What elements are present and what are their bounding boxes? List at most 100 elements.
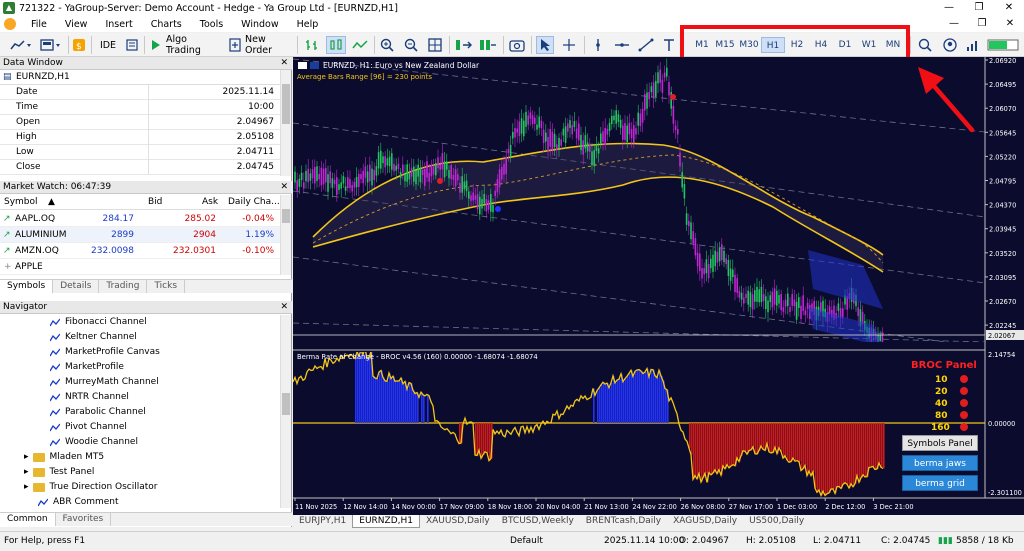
- column-ask[interactable]: Ask: [202, 195, 218, 210]
- sort-up-icon[interactable]: ▲: [48, 195, 55, 210]
- time-tick-label: 18 Nov 18:00: [488, 503, 532, 511]
- algo-trading-button[interactable]: Algo Trading: [166, 34, 222, 56]
- market-watch-row[interactable]: + APPLE: [0, 259, 280, 275]
- candle-body: [767, 300, 769, 313]
- navigator-indicator[interactable]: Parabolic Channel: [50, 405, 146, 420]
- crosshair-icon[interactable]: [560, 36, 578, 54]
- tab-trading[interactable]: Trading: [99, 280, 148, 293]
- navigator-expert[interactable]: ABR Comment: [38, 495, 119, 510]
- navigator-indicator[interactable]: Pivot Channel: [50, 420, 127, 435]
- expand-arrow-icon[interactable]: ▸: [24, 480, 29, 495]
- account-icon[interactable]: [942, 36, 958, 54]
- profiles-icon[interactable]: [38, 36, 64, 54]
- symbols-panel-button[interactable]: Symbols Panel: [902, 435, 978, 451]
- new-chart-icon[interactable]: [8, 36, 34, 54]
- navigator-indicator[interactable]: Keltner Channel: [50, 330, 137, 345]
- market-watch-row[interactable]: ↗ ALUMINIUM 2899 2904 1.19%: [0, 227, 280, 243]
- market-watch-row[interactable]: ↗ AMZN.OQ 232.0098 232.0301 -0.10%: [0, 243, 280, 259]
- chart-tab[interactable]: BRENTcash,Daily: [580, 515, 667, 528]
- chart-restore-button[interactable]: ❐: [968, 16, 996, 32]
- berma-jaws-button[interactable]: berma jaws: [902, 455, 978, 471]
- menu-file[interactable]: File: [22, 19, 56, 30]
- menu-help[interactable]: Help: [288, 19, 328, 30]
- tab-symbols[interactable]: Symbols: [0, 280, 54, 293]
- column-bid[interactable]: Bid: [148, 195, 162, 210]
- candle-body: [672, 105, 675, 124]
- data-row: Open 2.04967: [0, 115, 280, 130]
- minimize-button[interactable]: —: [934, 0, 964, 16]
- candle-body: [655, 80, 657, 97]
- close-icon[interactable]: ✕: [280, 301, 288, 313]
- screenshot-icon[interactable]: [508, 36, 526, 54]
- close-icon[interactable]: ✕: [280, 181, 288, 193]
- chart-tab[interactable]: XAUUSD,Daily: [420, 515, 496, 528]
- new-order-icon[interactable]: [228, 36, 242, 54]
- navigator-indicator[interactable]: NRTR Channel: [50, 390, 129, 405]
- text-tool-icon[interactable]: [661, 36, 677, 54]
- tab-ticks[interactable]: Ticks: [147, 280, 186, 293]
- tile-windows-icon[interactable]: [427, 36, 443, 54]
- zoom-in-icon[interactable]: [379, 36, 395, 54]
- menu-insert[interactable]: Insert: [96, 19, 141, 30]
- cursor-icon[interactable]: [536, 36, 554, 54]
- chart-tab[interactable]: BTCUSD,Weekly: [496, 515, 580, 528]
- expand-arrow-icon[interactable]: ▸: [24, 450, 29, 465]
- data-window-scrollbar[interactable]: [280, 70, 291, 176]
- tab-common[interactable]: Common: [0, 513, 56, 526]
- market-watch-scrollbar[interactable]: [280, 195, 291, 275]
- horizontal-line-icon[interactable]: [613, 36, 631, 54]
- status-profile[interactable]: Default: [510, 536, 543, 546]
- chart-area[interactable]: EURNZD, H1: Euro vs New Zealand Dollar A…: [293, 57, 1024, 515]
- chart-close-button[interactable]: ✕: [996, 16, 1024, 32]
- column-daily-change[interactable]: Daily Cha...: [228, 195, 280, 210]
- navigator-indicator[interactable]: MurreyMath Channel: [50, 375, 159, 390]
- price-axis[interactable]: [985, 57, 1024, 515]
- candlestick-chart-icon[interactable]: [326, 36, 346, 54]
- chart-menu-icon[interactable]: [4, 18, 16, 30]
- menu-tools[interactable]: Tools: [191, 19, 232, 30]
- berma-grid-button[interactable]: berma grid: [902, 475, 978, 491]
- bar-chart-icon[interactable]: [303, 36, 321, 54]
- vertical-line-icon[interactable]: [590, 36, 606, 54]
- navigator-indicator[interactable]: MarketProfile Canvas: [50, 345, 160, 360]
- menu-view[interactable]: View: [56, 19, 97, 30]
- zoom-out-icon[interactable]: [403, 36, 419, 54]
- ide-button[interactable]: IDE: [96, 36, 120, 54]
- close-icon[interactable]: ✕: [280, 57, 288, 69]
- column-symbol[interactable]: Symbol: [4, 195, 38, 210]
- navigator-folder[interactable]: ▸ Test Panel: [24, 465, 94, 480]
- candle-body: [751, 294, 754, 310]
- navigator-folder[interactable]: ▸ Mladen MT5: [24, 450, 104, 465]
- expand-arrow-icon[interactable]: ▸: [24, 465, 29, 480]
- chart-minimize-button[interactable]: —: [940, 16, 968, 32]
- strategy-tester-icon[interactable]: [124, 36, 140, 54]
- trendline-icon[interactable]: [637, 36, 655, 54]
- auto-scroll-icon[interactable]: [454, 36, 474, 54]
- chart-tab[interactable]: EURJPY,H1: [293, 515, 352, 528]
- navigator-folder[interactable]: ▸ True Direction Oscillator: [24, 480, 158, 495]
- navigator-indicator[interactable]: MarketProfile: [50, 360, 124, 375]
- navigator-indicator[interactable]: Fibonacci Channel: [50, 315, 147, 330]
- new-order-button[interactable]: New Order: [245, 34, 291, 56]
- menu-window[interactable]: Window: [232, 19, 287, 30]
- tab-details[interactable]: Details: [53, 280, 100, 293]
- search-icon[interactable]: [917, 36, 933, 54]
- navigator-indicator[interactable]: Woodie Channel: [50, 435, 138, 450]
- navigator-scrollbar[interactable]: [280, 315, 291, 508]
- candle-body: [450, 165, 452, 180]
- chart-shift-icon[interactable]: [478, 36, 498, 54]
- maximize-button[interactable]: ❐: [964, 0, 994, 16]
- market-watch-row[interactable]: ↗ AAPL.OQ 284.17 285.02 -0.04%: [0, 211, 280, 227]
- algo-trading-play-icon[interactable]: [150, 36, 162, 54]
- close-window-button[interactable]: ✕: [994, 0, 1024, 16]
- tab-favorites[interactable]: Favorites: [56, 513, 112, 526]
- menu-charts[interactable]: Charts: [142, 19, 191, 30]
- candle-body: [479, 196, 481, 215]
- chart-tab[interactable]: US500,Daily: [743, 515, 810, 528]
- chart-tab-active[interactable]: EURNZD,H1: [352, 515, 420, 528]
- line-chart-icon[interactable]: [351, 36, 369, 54]
- candle-body: [562, 128, 565, 136]
- broc-bar-positive: [601, 384, 603, 423]
- chart-tab[interactable]: XAGUSD,Daily: [667, 515, 743, 528]
- deposit-icon[interactable]: $: [72, 36, 86, 54]
